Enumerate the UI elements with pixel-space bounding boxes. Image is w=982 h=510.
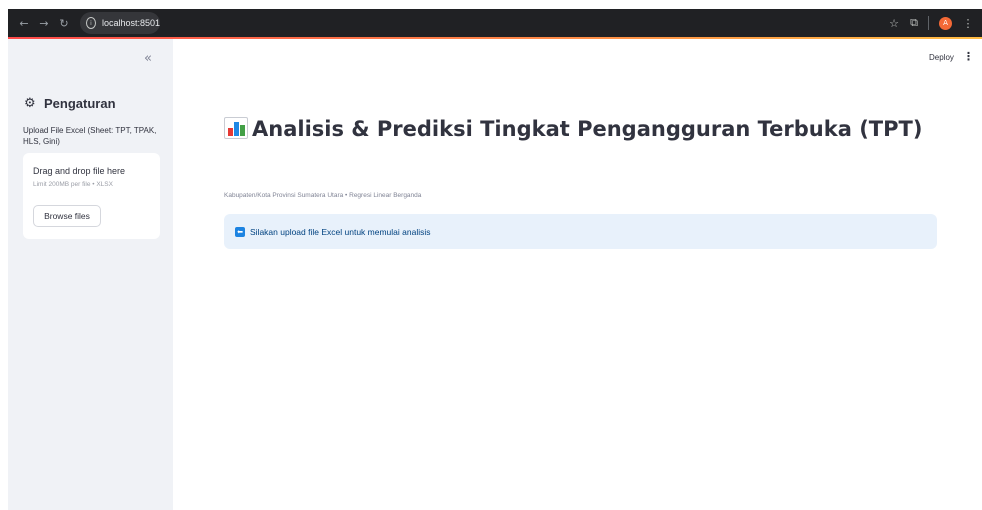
main-menu-icon[interactable]: ⋮ [963, 50, 974, 63]
upload-label: Upload File Excel (Sheet: TPT, TPAK, HLS… [23, 126, 157, 146]
browser-menu-icon[interactable]: ⋮ [958, 13, 978, 33]
site-info-icon[interactable]: i [86, 17, 96, 29]
sidebar: « ⚙ Pengaturan Upload File Excel (Sheet:… [8, 39, 173, 510]
bar-chart-icon [224, 117, 248, 139]
dropzone-limit: Limit 200MB per file • XLSX [33, 181, 113, 188]
reload-icon[interactable]: ↻ [54, 13, 74, 33]
info-message: Silakan upload file Excel untuk memulai … [250, 226, 431, 237]
app-window: ← → ↻ i localhost:8501 ☆ ⧉ A ⋮ « ⚙ Penga… [0, 0, 982, 510]
sidebar-header: ⚙ Pengaturan [24, 96, 116, 111]
bookmark-star-icon[interactable]: ☆ [884, 13, 904, 33]
address-bar[interactable]: i localhost:8501 [80, 12, 160, 34]
info-icon: ⬅ [235, 226, 245, 237]
deploy-button[interactable]: Deploy [929, 53, 954, 62]
page-title: Analisis & Prediksi Tingkat Pengangguran… [224, 115, 924, 143]
profile-avatar[interactable]: A [939, 16, 952, 30]
info-alert: ⬅ Silakan upload file Excel untuk memula… [224, 214, 937, 249]
collapse-sidebar-icon[interactable]: « [144, 51, 152, 66]
extensions-icon[interactable]: ⧉ [904, 13, 924, 33]
browse-files-button[interactable]: Browse files [33, 205, 101, 227]
forward-arrow-icon[interactable]: → [34, 13, 54, 33]
browser-toolbar: ← → ↻ i localhost:8501 ☆ ⧉ A ⋮ [8, 9, 982, 37]
page-title-text: Analisis & Prediksi Tingkat Pengangguran… [252, 117, 923, 141]
toolbar-divider [928, 16, 929, 30]
sidebar-title: Pengaturan [44, 96, 116, 111]
back-arrow-icon[interactable]: ← [14, 13, 34, 33]
gear-icon: ⚙ [24, 95, 36, 111]
dropzone-title: Drag and drop file here [33, 166, 126, 176]
page-subtitle: Kabupaten/Kota Provinsi Sumatera Utara •… [224, 192, 422, 199]
file-dropzone[interactable]: Drag and drop file here Limit 200MB per … [23, 153, 160, 239]
url-text: localhost:8501 [101, 18, 160, 28]
